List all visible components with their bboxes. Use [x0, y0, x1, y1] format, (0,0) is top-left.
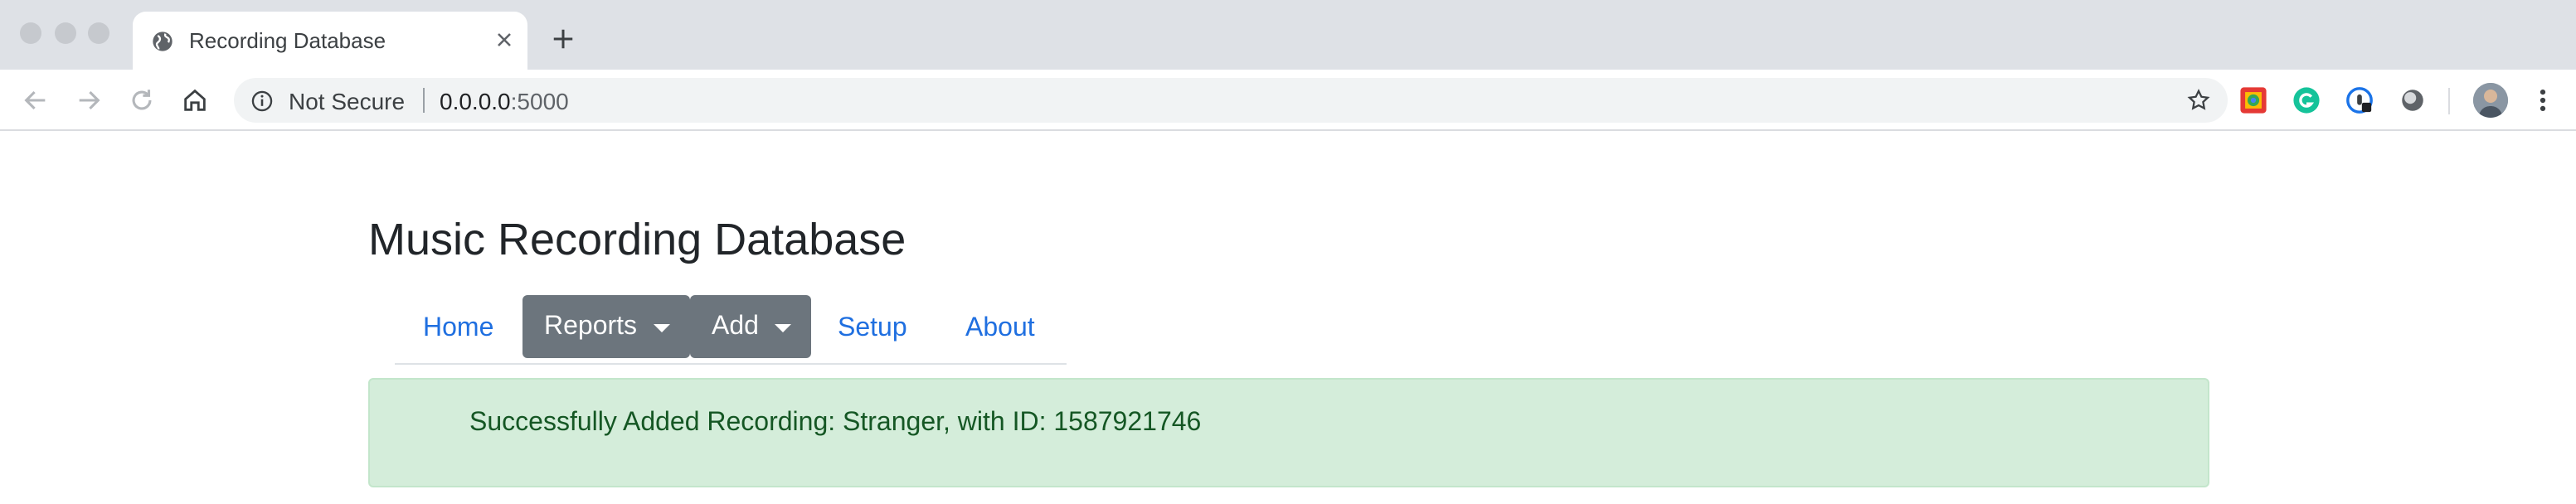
browser-tab[interactable]: Recording Database: [133, 12, 527, 70]
address-separator: [423, 88, 425, 113]
page-title: Music Recording Database: [368, 215, 906, 264]
more-vert-icon[interactable]: [2533, 86, 2553, 114]
grammarly-icon[interactable]: [2292, 86, 2321, 114]
browser-tabstrip: Recording Database: [0, 0, 2576, 70]
address-bar[interactable]: Not Secure 0.0.0.0:5000: [234, 78, 2228, 123]
add-label: Add: [712, 310, 759, 340]
tab-title: Recording Database: [189, 28, 386, 53]
close-icon[interactable]: [493, 28, 516, 51]
security-label[interactable]: Not Secure: [289, 89, 405, 115]
url-port: :5000: [510, 89, 569, 114]
caret-down-icon: [775, 324, 791, 332]
home-icon[interactable]: [181, 86, 209, 114]
lastpass-icon[interactable]: [2239, 86, 2267, 114]
browser-toolbar: Not Secure 0.0.0.0:5000: [0, 70, 2576, 131]
nav-home-link[interactable]: Home: [423, 312, 493, 342]
url-host: 0.0.0.0: [440, 89, 511, 114]
profile-picture-icon: [2473, 83, 2508, 118]
password-manager-icon[interactable]: [2345, 86, 2374, 114]
back-arrow-icon[interactable]: [22, 86, 50, 114]
window-minimize-button[interactable]: [55, 22, 76, 44]
main-nav: Home Reports Add Setup About: [395, 295, 1067, 365]
toolbar-separator: [2448, 88, 2450, 114]
nav-setup-link[interactable]: Setup: [838, 312, 907, 342]
add-dropdown-button[interactable]: Add: [690, 295, 811, 358]
avatar[interactable]: [2473, 83, 2508, 118]
alert-message: Successfully Added Recording: Stranger, …: [469, 406, 1202, 436]
globe-icon: [153, 32, 173, 51]
nav-about-link[interactable]: About: [965, 312, 1035, 342]
reports-label: Reports: [544, 310, 638, 340]
caret-down-icon: [654, 324, 670, 332]
url-text[interactable]: 0.0.0.0:5000: [440, 89, 569, 115]
dark-mode-icon[interactable]: [2399, 86, 2427, 114]
success-alert: Successfully Added Recording: Stranger, …: [368, 378, 2209, 487]
window-zoom-button[interactable]: [88, 22, 109, 44]
reload-icon[interactable]: [128, 86, 156, 114]
new-tab-icon[interactable]: [551, 27, 576, 51]
window-close-button[interactable]: [20, 22, 41, 44]
forward-arrow-icon[interactable]: [75, 86, 103, 114]
reports-dropdown-button[interactable]: Reports: [522, 295, 690, 358]
info-icon[interactable]: [250, 90, 274, 113]
bookmark-star-icon[interactable]: [2186, 88, 2211, 113]
